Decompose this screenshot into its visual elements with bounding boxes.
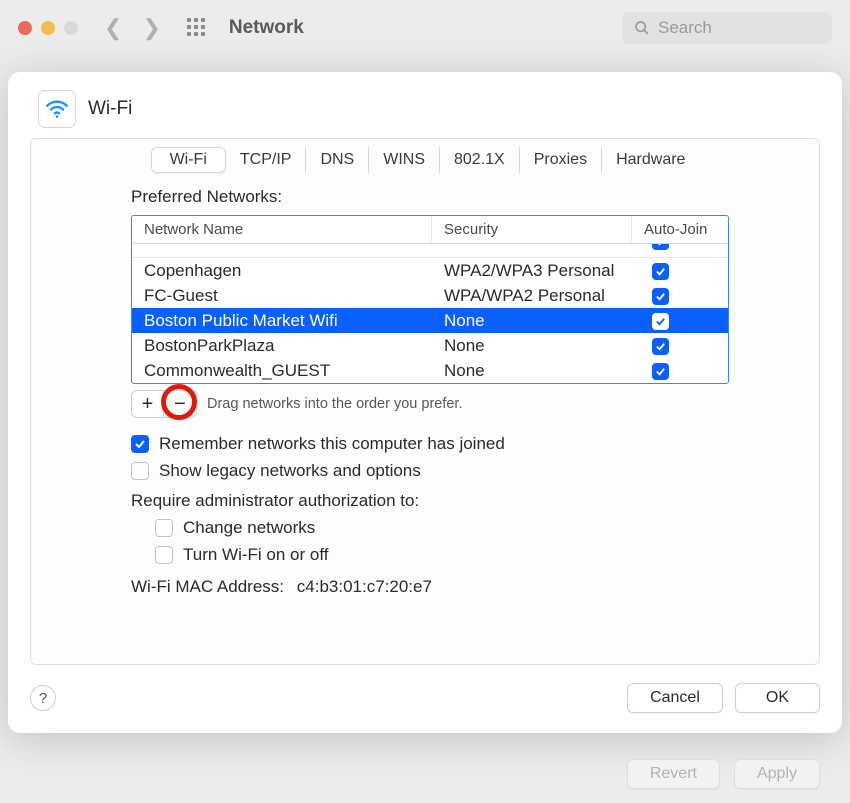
turn-wifi-label: Turn Wi-Fi on or off: [183, 545, 328, 565]
tab-proxies[interactable]: Proxies: [520, 147, 602, 173]
legacy-networks-label: Show legacy networks and options: [159, 461, 421, 481]
col-autojoin[interactable]: Auto-Join: [632, 216, 728, 243]
remember-networks-checkbox[interactable]: [131, 435, 149, 453]
col-network-name[interactable]: Network Name: [132, 216, 432, 243]
body-inner: Preferred Networks: Network Name Securit…: [31, 187, 819, 597]
tab-tcpip[interactable]: TCP/IP: [226, 147, 307, 173]
autojoin-checkbox[interactable]: [652, 244, 669, 250]
revert-button[interactable]: Revert: [627, 759, 720, 789]
tab-wifi[interactable]: Wi-Fi: [151, 147, 226, 173]
autojoin-checkbox[interactable]: [652, 363, 669, 380]
mac-address-row: Wi-Fi MAC Address: c4:b3:01:c7:20:e7: [131, 577, 729, 597]
sheet-header: Wi-Fi: [30, 90, 820, 128]
tab-8021x[interactable]: 802.1X: [440, 147, 520, 173]
table-row[interactable]: Copenhagen WPA2/WPA3 Personal: [132, 258, 728, 283]
wifi-icon: [38, 90, 76, 128]
search-icon: [634, 20, 650, 36]
window-title: Network: [229, 17, 304, 39]
help-button[interactable]: ?: [30, 685, 56, 711]
cell-name: [132, 244, 432, 252]
forward-button[interactable]: ❯: [138, 15, 164, 41]
minimize-window-button[interactable]: [41, 21, 55, 35]
sheet-footer: ? Cancel OK: [30, 665, 820, 713]
remember-networks-label: Remember networks this computer has join…: [159, 434, 505, 454]
mac-address-label: Wi-Fi MAC Address:: [131, 577, 284, 596]
tab-wins[interactable]: WINS: [369, 147, 440, 173]
turn-wifi-row: Turn Wi-Fi on or off: [155, 545, 729, 565]
cell-autojoin: [632, 260, 728, 282]
cell-security: WPA/WPA2 Personal: [432, 285, 632, 307]
cell-security: [432, 244, 632, 252]
add-remove-row: + − Drag networks into the order you pre…: [131, 390, 729, 418]
tab-dns[interactable]: DNS: [306, 147, 369, 173]
table-row[interactable]: BostonParkPlaza None: [132, 333, 728, 358]
content-box: Wi-Fi TCP/IP DNS WINS 802.1X Proxies Har…: [30, 138, 820, 665]
turn-wifi-checkbox[interactable]: [155, 546, 173, 564]
change-networks-label: Change networks: [183, 518, 315, 538]
remove-network-button[interactable]: −: [164, 391, 196, 417]
autojoin-checkbox[interactable]: [652, 313, 669, 330]
show-all-icon[interactable]: [187, 18, 207, 38]
preferred-networks-table[interactable]: Network Name Security Auto-Join Copenhag…: [131, 215, 729, 384]
cell-name: Commonwealth_GUEST: [132, 360, 432, 382]
require-admin-label: Require administrator authorization to:: [131, 491, 729, 511]
window-toolbar: ❮ ❯ Network Search: [0, 0, 850, 56]
autojoin-checkbox[interactable]: [652, 338, 669, 355]
mac-address-value: c4:b3:01:c7:20:e7: [297, 577, 432, 596]
window-footer: Revert Apply: [627, 759, 820, 789]
cell-security: WPA2/WPA3 Personal: [432, 260, 632, 282]
cell-autojoin: [632, 310, 728, 332]
change-networks-checkbox[interactable]: [155, 519, 173, 537]
legacy-networks-checkbox[interactable]: [131, 462, 149, 480]
cell-security: None: [432, 360, 632, 382]
table-row[interactable]: Commonwealth_GUEST None: [132, 358, 728, 383]
cell-autojoin: [632, 244, 728, 252]
preferred-networks-label: Preferred Networks:: [131, 187, 729, 207]
tab-bar: Wi-Fi TCP/IP DNS WINS 802.1X Proxies Har…: [151, 147, 700, 173]
cell-security: None: [432, 310, 632, 332]
cell-name: BostonParkPlaza: [132, 335, 432, 357]
change-networks-row: Change networks: [155, 518, 729, 538]
wifi-settings-sheet: Wi-Fi Wi-Fi TCP/IP DNS WINS 802.1X Proxi…: [8, 72, 842, 733]
apply-button[interactable]: Apply: [734, 759, 820, 789]
cell-name: Copenhagen: [132, 260, 432, 282]
add-network-button[interactable]: +: [132, 391, 164, 417]
add-remove-group: + −: [131, 390, 197, 418]
table-row[interactable]: Boston Public Market Wifi None: [132, 308, 728, 333]
legacy-networks-row: Show legacy networks and options: [131, 461, 729, 481]
autojoin-checkbox[interactable]: [652, 263, 669, 280]
cell-name: Boston Public Market Wifi: [132, 310, 432, 332]
tab-hardware[interactable]: Hardware: [602, 147, 699, 173]
autojoin-checkbox[interactable]: [652, 288, 669, 305]
table-header: Network Name Security Auto-Join: [132, 216, 728, 244]
cell-autojoin: [632, 285, 728, 307]
sheet-title: Wi-Fi: [88, 98, 132, 120]
cell-security: None: [432, 335, 632, 357]
table-row[interactable]: FC-Guest WPA/WPA2 Personal: [132, 283, 728, 308]
close-window-button[interactable]: [18, 21, 32, 35]
cancel-button[interactable]: Cancel: [627, 683, 723, 713]
ok-button[interactable]: OK: [735, 683, 820, 713]
cell-autojoin: [632, 360, 728, 382]
cell-autojoin: [632, 335, 728, 357]
cell-name: FC-Guest: [132, 285, 432, 307]
traffic-lights: [18, 21, 78, 35]
search-input[interactable]: Search: [622, 12, 832, 44]
search-placeholder: Search: [658, 18, 712, 38]
col-security[interactable]: Security: [432, 216, 632, 243]
drag-hint: Drag networks into the order you prefer.: [207, 396, 463, 412]
zoom-window-button[interactable]: [64, 21, 78, 35]
back-button[interactable]: ❮: [100, 15, 126, 41]
remember-networks-row: Remember networks this computer has join…: [131, 434, 729, 454]
table-row[interactable]: [132, 244, 728, 258]
